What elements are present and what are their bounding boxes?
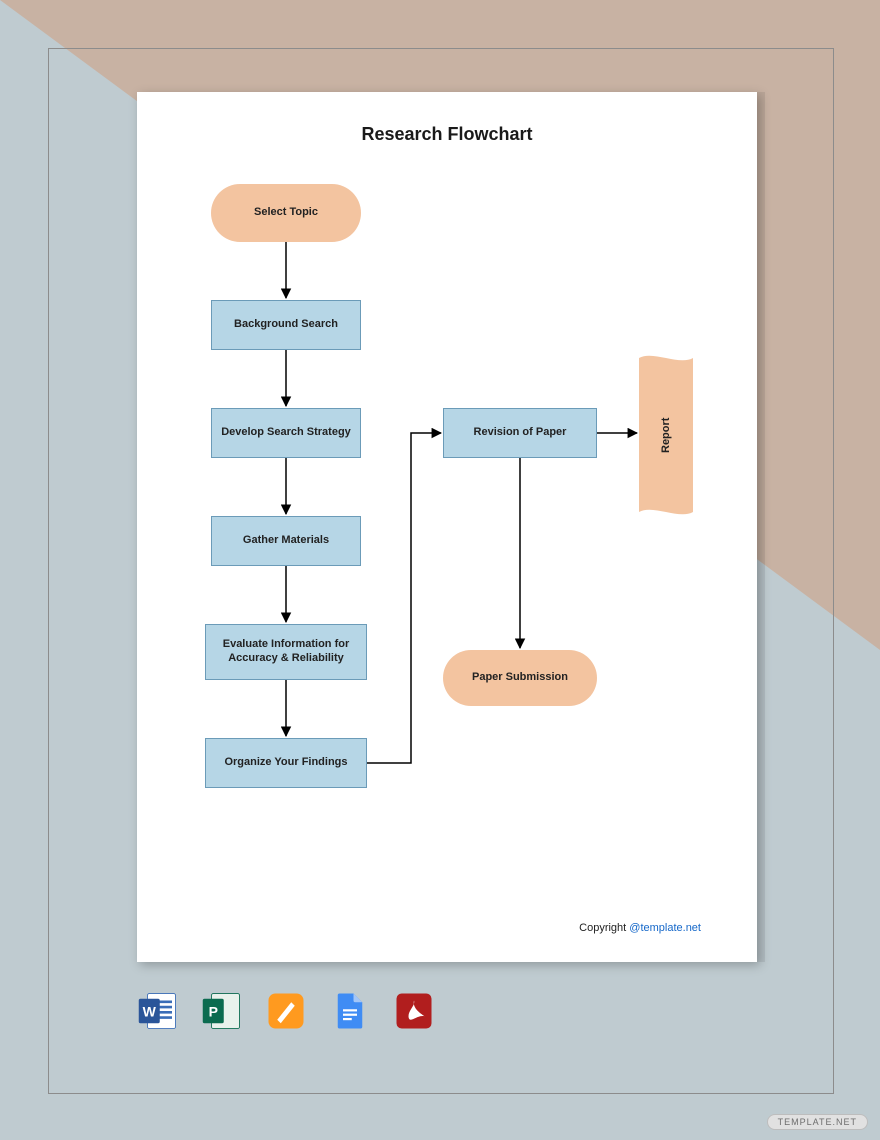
copyright-line: Copyright @template.net [579, 922, 701, 934]
watermark: TEMPLATE.NET [767, 1114, 868, 1130]
flow-arrows [137, 92, 757, 962]
svg-text:P: P [209, 1003, 218, 1019]
svg-text:W: W [143, 1003, 157, 1019]
format-icon-bar: W P [137, 990, 435, 1032]
word-icon[interactable]: W [137, 990, 179, 1032]
pages-icon[interactable] [265, 990, 307, 1032]
pdf-icon[interactable] [393, 990, 435, 1032]
google-docs-icon[interactable] [329, 990, 371, 1032]
document-page: Research Flowchart Select Topic Backgrou… [137, 92, 757, 962]
copyright-prefix: Copyright [579, 922, 629, 934]
publisher-icon[interactable]: P [201, 990, 243, 1032]
copyright-link[interactable]: @template.net [629, 922, 701, 934]
